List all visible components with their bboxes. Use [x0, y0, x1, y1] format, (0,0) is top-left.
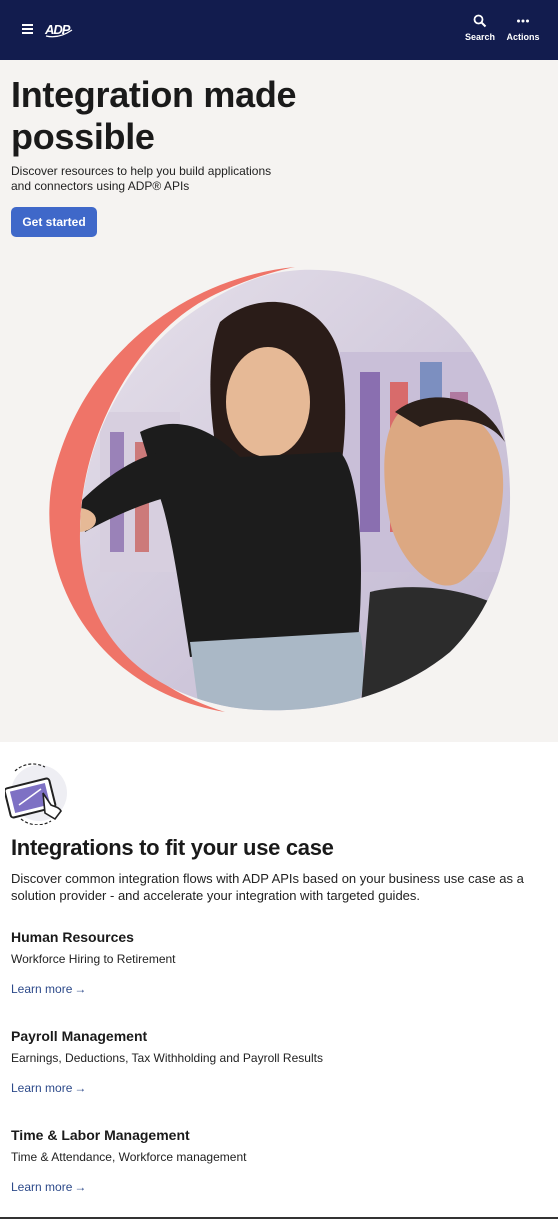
hero-description: Discover resources to help you build app…: [11, 164, 272, 193]
use-case-description: Discover common integration flows with A…: [11, 871, 524, 903]
arrow-right-icon: →: [74, 982, 87, 996]
learn-more-label: Learn more: [11, 982, 73, 996]
use-case-title: Integrations to fit your use case: [11, 835, 334, 860]
use-case-item-title: Payroll Management: [11, 1028, 148, 1044]
learn-more-link[interactable]: Learn more →: [11, 1081, 86, 1095]
use-case-item-subtitle: Workforce Hiring to Retirement: [11, 952, 176, 966]
hamburger-menu-icon[interactable]: [22, 24, 33, 34]
more-dots-icon: [517, 19, 529, 23]
use-case-item-title: Human Resources: [11, 929, 134, 945]
tablet-touch-icon: [5, 763, 67, 825]
learn-more-link[interactable]: Learn more →: [11, 1180, 86, 1194]
learn-more-label: Learn more: [11, 1180, 73, 1194]
adp-logo[interactable]: ADP: [44, 18, 74, 40]
search-icon: [473, 14, 487, 28]
arrow-right-icon: →: [74, 1081, 87, 1095]
get-started-button[interactable]: Get started: [11, 207, 97, 237]
learn-more-label: Learn more: [11, 1081, 73, 1095]
hero-title: Integration made possible: [11, 74, 297, 157]
svg-text:ADP: ADP: [44, 22, 71, 37]
learn-more-link[interactable]: Learn more →: [11, 982, 86, 996]
use-case-section: [0, 742, 558, 1219]
use-case-item-title: Time & Labor Management: [11, 1127, 190, 1143]
use-case-item-subtitle: Time & Attendance, Workforce management: [11, 1150, 247, 1164]
search-label: Search: [464, 32, 496, 42]
use-case-item-subtitle: Earnings, Deductions, Tax Withholding an…: [11, 1051, 323, 1065]
hero-illustration: [49, 267, 511, 712]
search-button[interactable]: Search: [462, 14, 498, 42]
top-navigation-bar: ADP Search Actions: [0, 0, 558, 60]
actions-button[interactable]: Actions: [504, 14, 542, 42]
actions-label: Actions: [506, 32, 540, 42]
arrow-right-icon: →: [74, 1180, 87, 1194]
